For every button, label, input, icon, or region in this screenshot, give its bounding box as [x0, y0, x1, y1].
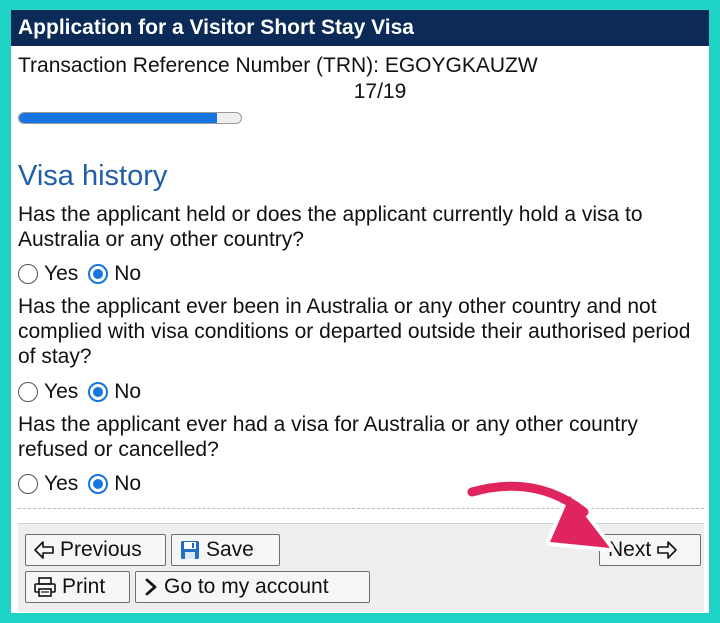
print-button[interactable]: Print [25, 571, 130, 603]
question-1-no-label[interactable]: No [114, 262, 141, 286]
floppy-disk-icon [181, 541, 199, 559]
arrow-left-icon [34, 541, 54, 559]
question-1-text: Has the applicant held or does the appli… [18, 203, 643, 251]
annotation-arrow-icon [466, 478, 614, 552]
previous-label: Previous [60, 538, 142, 561]
visa-form-page: Application for a Visitor Short Stay Vis… [11, 10, 709, 613]
question-2-no-label[interactable]: No [114, 380, 141, 404]
question-3-yes-label[interactable]: Yes [44, 472, 78, 496]
section-heading: Visa history [18, 160, 168, 192]
go-to-account-button[interactable]: Go to my account [135, 571, 370, 603]
progress-fill [19, 113, 217, 123]
question-1-yes-label[interactable]: Yes [44, 262, 78, 286]
chevron-right-icon [145, 578, 157, 596]
question-3-text: Has the applicant ever had a visa for Au… [18, 413, 638, 461]
question-1-yes-radio[interactable] [18, 264, 38, 284]
question-2-text: Has the applicant ever been in Australia… [18, 295, 691, 368]
question-1-options: Yes No [18, 261, 151, 287]
print-label: Print [62, 575, 106, 598]
question-3-yes-radio[interactable] [18, 474, 38, 494]
go-to-account-label: Go to my account [164, 575, 329, 598]
question-3-no-label[interactable]: No [114, 472, 141, 496]
question-2-no-radio[interactable] [88, 382, 109, 402]
question-2-options: Yes No [18, 379, 151, 405]
save-button[interactable]: Save [171, 534, 280, 566]
transaction-reference: Transaction Reference Number (TRN): EGOY… [18, 54, 538, 77]
question-2-yes-label[interactable]: Yes [44, 380, 78, 404]
question-3-options: Yes No [18, 471, 151, 497]
printer-icon [34, 577, 56, 597]
save-label: Save [206, 538, 254, 561]
progress-bar [18, 112, 242, 124]
question-2-yes-radio[interactable] [18, 382, 38, 402]
step-counter: 17/19 [353, 80, 407, 103]
arrow-right-icon [657, 541, 677, 559]
question-1-no-radio[interactable] [88, 264, 109, 284]
question-3-no-radio[interactable] [88, 474, 109, 494]
previous-button[interactable]: Previous [25, 534, 166, 566]
page-title: Application for a Visitor Short Stay Vis… [11, 10, 709, 46]
